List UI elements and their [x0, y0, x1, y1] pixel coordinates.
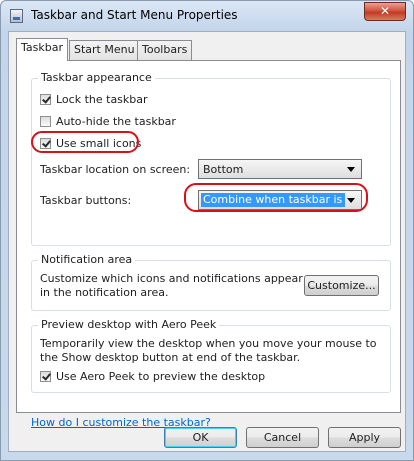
- window-title: Taskbar and Start Menu Properties: [31, 8, 238, 22]
- chevron-down-icon: [347, 197, 355, 203]
- tab-taskbar[interactable]: Taskbar: [16, 38, 68, 61]
- chevron-down-icon: [347, 166, 355, 172]
- dialog-window: Taskbar and Start Menu Properties ✕ Task…: [0, 0, 414, 461]
- small-icons-check-icon: [40, 138, 51, 149]
- location-label: Taskbar location on screen:: [40, 163, 191, 176]
- apply-button[interactable]: Apply: [328, 427, 401, 448]
- ok-button[interactable]: OK: [164, 427, 237, 448]
- aero-peek-label: Use Aero Peek to preview the desktop: [56, 370, 266, 383]
- location-dropdown[interactable]: Bottom: [198, 159, 362, 179]
- tab-toolbars[interactable]: Toolbars: [137, 40, 193, 60]
- tab-start-menu[interactable]: Start Menu: [69, 40, 140, 60]
- peek-description: Temporarily view the desktop when you mo…: [40, 337, 377, 364]
- aero-peek-checkbox[interactable]: Use Aero Peek to preview the desktop: [40, 370, 265, 383]
- autohide-checkbox[interactable]: Auto-hide the taskbar: [40, 115, 176, 128]
- buttons-label: Taskbar buttons:: [40, 194, 132, 207]
- autohide-label: Auto-hide the taskbar: [56, 115, 176, 128]
- taskbar-buttons-dropdown[interactable]: Combine when taskbar is full: [198, 190, 362, 210]
- autohide-check-icon: [40, 116, 51, 127]
- aero-peek-check-icon: [40, 371, 51, 382]
- cancel-button[interactable]: Cancel: [246, 427, 319, 448]
- group-title-appearance: Taskbar appearance: [38, 71, 155, 84]
- location-value: Bottom: [203, 162, 244, 176]
- group-notification-area: Notification area Customize which icons …: [31, 253, 391, 311]
- group-aero-peek: Preview desktop with Aero Peek Temporari…: [31, 318, 391, 393]
- group-title-notification: Notification area: [38, 253, 136, 266]
- dialog-client-area: Taskbar Start Menu Toolbars Taskbar appe…: [8, 31, 406, 452]
- notification-description: Customize which icons and notifications …: [40, 272, 303, 299]
- taskbar-app-icon: [10, 9, 23, 23]
- title-bar[interactable]: Taskbar and Start Menu Properties ✕: [1, 1, 413, 31]
- lock-taskbar-check-icon: [40, 94, 51, 105]
- small-icons-checkbox[interactable]: Use small icons: [40, 137, 141, 150]
- taskbar-buttons-value: Combine when taskbar is full: [201, 193, 345, 207]
- lock-taskbar-label: Lock the taskbar: [56, 93, 148, 106]
- small-icons-label: Use small icons: [56, 137, 142, 150]
- close-button[interactable]: ✕: [364, 2, 406, 21]
- group-title-peek: Preview desktop with Aero Peek: [38, 318, 220, 331]
- customize-button[interactable]: Customize...: [304, 275, 379, 296]
- group-taskbar-appearance: Taskbar appearance Lock the taskbar Auto…: [31, 71, 391, 246]
- tab-panel-taskbar: Taskbar appearance Lock the taskbar Auto…: [16, 60, 401, 429]
- lock-taskbar-checkbox[interactable]: Lock the taskbar: [40, 93, 148, 106]
